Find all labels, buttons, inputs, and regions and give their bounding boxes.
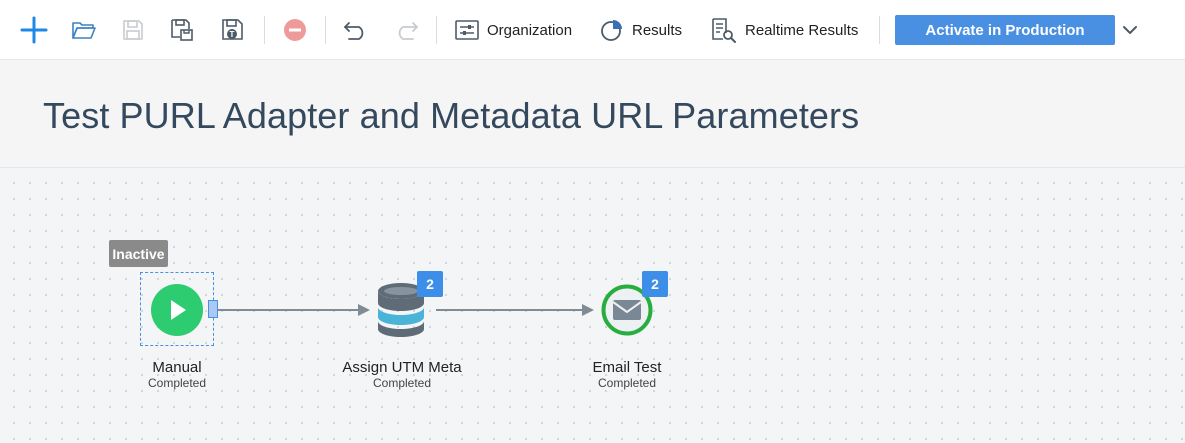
node-label: Email Test bbox=[592, 359, 662, 376]
play-icon bbox=[151, 284, 203, 336]
arrowhead bbox=[582, 304, 594, 316]
manual-node[interactable] bbox=[151, 284, 203, 341]
status-badge: Inactive bbox=[109, 240, 168, 267]
node-label: Manual bbox=[152, 359, 202, 376]
node-status: Completed bbox=[597, 376, 657, 390]
connection-handle[interactable] bbox=[208, 300, 218, 318]
node-status: Completed bbox=[372, 376, 432, 390]
count-badge: 2 bbox=[642, 271, 668, 297]
arrowhead bbox=[358, 304, 370, 316]
node-status: Completed bbox=[147, 376, 207, 390]
count-badge: 2 bbox=[417, 271, 443, 297]
node-label: Assign UTM Meta bbox=[342, 359, 462, 376]
